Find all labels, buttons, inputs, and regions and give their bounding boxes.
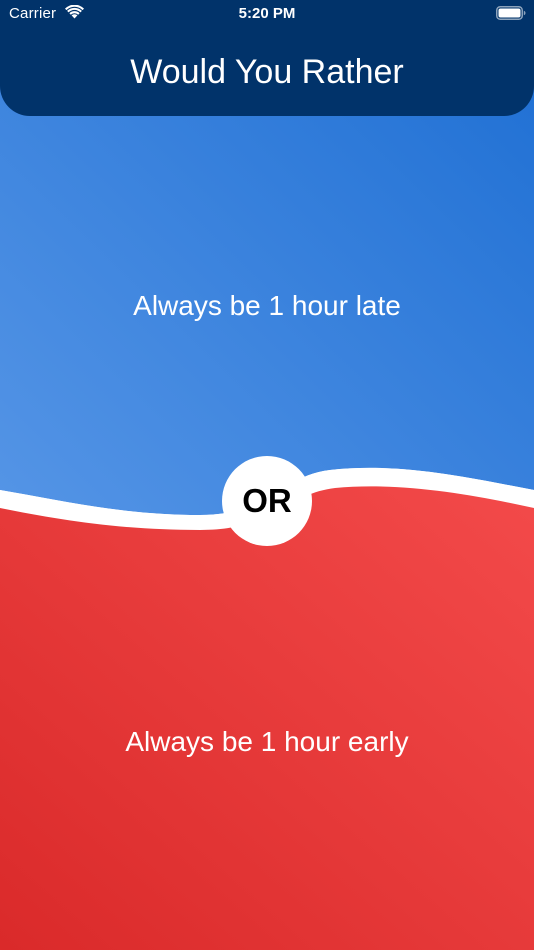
clock-label: 5:20 PM	[238, 5, 296, 22]
page-title: Would You Rather	[130, 53, 404, 91]
or-badge: OR	[222, 456, 312, 546]
option-top-label[interactable]: Always be 1 hour late	[0, 289, 534, 323]
status-bar: Carrier 5:20 PM	[0, 0, 534, 28]
would-you-rather-screen: Would You Rather Carrier 5:20 PM Always …	[0, 0, 534, 950]
option-bottom-area[interactable]	[0, 486, 534, 950]
option-bottom-label[interactable]: Always be 1 hour early	[0, 725, 534, 759]
battery-icon	[496, 6, 526, 20]
or-label: OR	[242, 482, 292, 519]
